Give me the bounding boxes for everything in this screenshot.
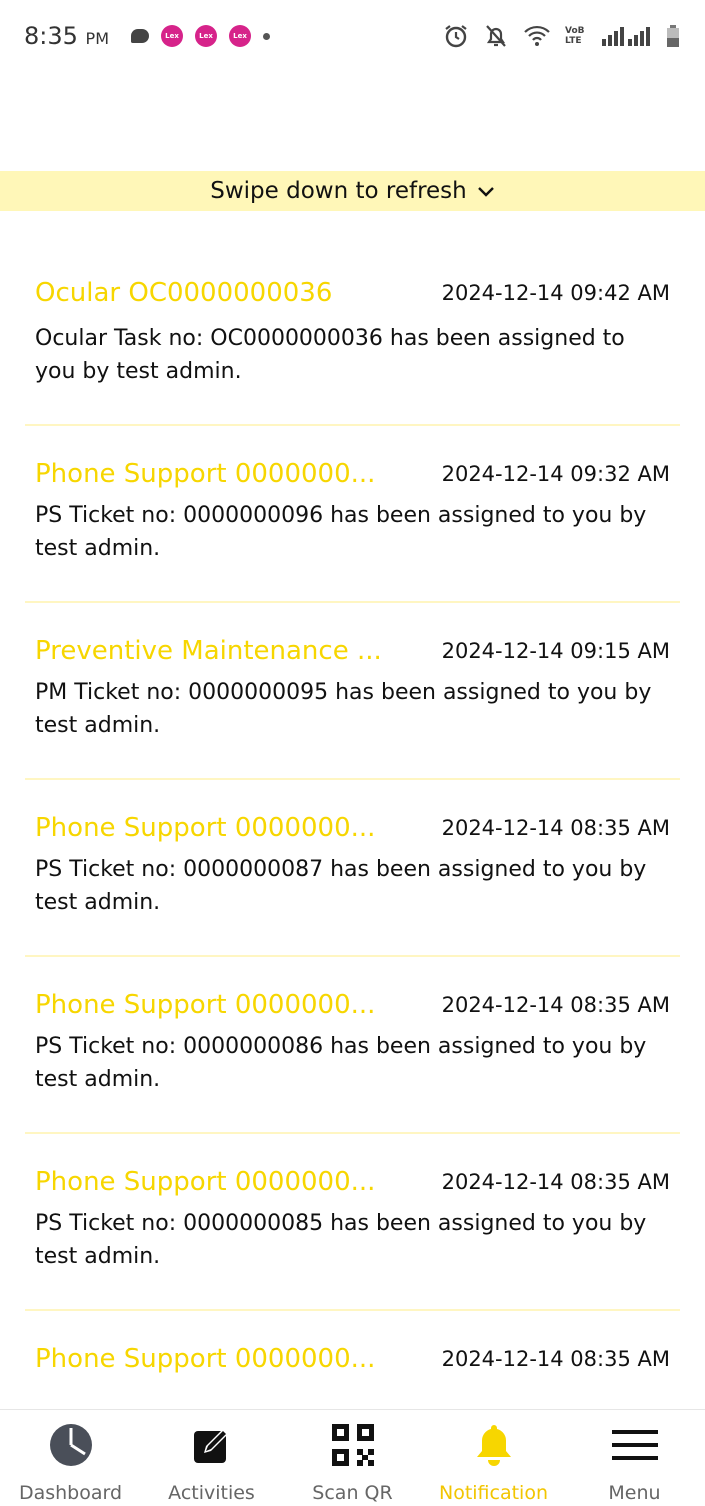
nav-scan-qr[interactable]: Scan QR	[282, 1410, 423, 1504]
notification-body: PM Ticket no: 0000000095 has been assign…	[35, 680, 652, 738]
battery-icon	[665, 24, 681, 48]
notification-time: 2024-12-14 08:35 AM	[441, 993, 670, 1017]
notification-item[interactable]: Phone Support 0000000... 2024-12-14 08:3…	[25, 957, 680, 1134]
bell-icon	[474, 1422, 514, 1468]
nav-notification[interactable]: Notification	[423, 1410, 564, 1504]
notification-title: Phone Support 0000000...	[35, 990, 376, 1020]
chat-notification-icon	[131, 29, 149, 43]
notification-body: PS Ticket no: 0000000087 has been assign…	[35, 857, 647, 915]
nav-label: Activities	[168, 1482, 255, 1504]
notification-time: 2024-12-14 08:35 AM	[441, 816, 670, 840]
notification-body: Ocular Task no: OC0000000036 has been as…	[35, 326, 625, 384]
notification-title: Phone Support 0000000...	[35, 1167, 376, 1197]
chevron-down-icon	[477, 178, 495, 204]
notification-item[interactable]: Phone Support 0000000... 2024-12-14 08:3…	[25, 1311, 680, 1409]
notification-title: Phone Support 0000000...	[35, 813, 376, 843]
notification-body: PS Ticket no: 0000000085 has been assign…	[35, 1211, 647, 1269]
clock: 8:35 PM	[24, 22, 109, 50]
alarm-icon	[443, 23, 469, 49]
notification-item[interactable]: Phone Support 0000000... 2024-12-14 08:3…	[25, 780, 680, 957]
notification-body: PS Ticket no: 0000000086 has been assign…	[35, 1034, 647, 1092]
notification-time: 2024-12-14 09:15 AM	[441, 639, 670, 663]
notification-title: Phone Support 0000000...	[35, 1344, 376, 1374]
more-notifications-icon	[263, 32, 270, 40]
notification-time: 2024-12-14 09:42 AM	[441, 281, 670, 305]
nav-label: Menu	[608, 1482, 661, 1504]
nav-label: Notification	[438, 1482, 549, 1504]
notification-item[interactable]: Ocular OC0000000036 2024-12-14 09:42 AM …	[25, 212, 680, 426]
nav-label: Dashboard	[18, 1482, 123, 1504]
notification-body: PS Ticket no: 0000000096 has been assign…	[35, 503, 647, 561]
swipe-to-refresh-banner[interactable]: Swipe down to refresh	[0, 171, 705, 211]
dashboard-icon	[49, 1422, 93, 1468]
wifi-icon	[523, 25, 551, 47]
refresh-label: Swipe down to refresh	[210, 178, 467, 204]
app-notification-icon: Lex	[195, 25, 217, 47]
volte-icon: VoB LTE	[565, 26, 585, 46]
notification-title: Ocular OC0000000036	[35, 278, 333, 308]
notification-title: Preventive Maintenance ...	[35, 636, 382, 666]
notification-time: 2024-12-14 08:35 AM	[441, 1347, 670, 1371]
qr-code-icon	[331, 1422, 375, 1468]
nav-menu[interactable]: Menu	[564, 1410, 705, 1504]
nav-dashboard[interactable]: Dashboard	[0, 1410, 141, 1504]
status-bar: 8:35 PM Lex Lex Lex VoB LTE	[0, 0, 705, 72]
nav-activities[interactable]: Activities	[141, 1410, 282, 1504]
notification-item[interactable]: Phone Support 0000000... 2024-12-14 08:3…	[25, 1134, 680, 1311]
notification-time: 2024-12-14 08:35 AM	[441, 1170, 670, 1194]
notification-item[interactable]: Preventive Maintenance ... 2024-12-14 09…	[25, 603, 680, 780]
edit-icon	[190, 1422, 234, 1468]
notification-title: Phone Support 0000000...	[35, 459, 376, 489]
notification-item[interactable]: Phone Support 0000000... 2024-12-14 09:3…	[25, 426, 680, 603]
app-notification-icon: Lex	[161, 25, 183, 47]
signal-icon	[601, 25, 651, 47]
bottom-navigation: Dashboard Activities Scan QR Notificatio…	[0, 1409, 705, 1506]
nav-label: Scan QR	[312, 1482, 393, 1504]
hamburger-menu-icon	[611, 1422, 658, 1468]
app-notification-icon: Lex	[229, 25, 251, 47]
notification-time: 2024-12-14 09:32 AM	[441, 462, 670, 486]
bell-muted-icon	[483, 23, 509, 49]
